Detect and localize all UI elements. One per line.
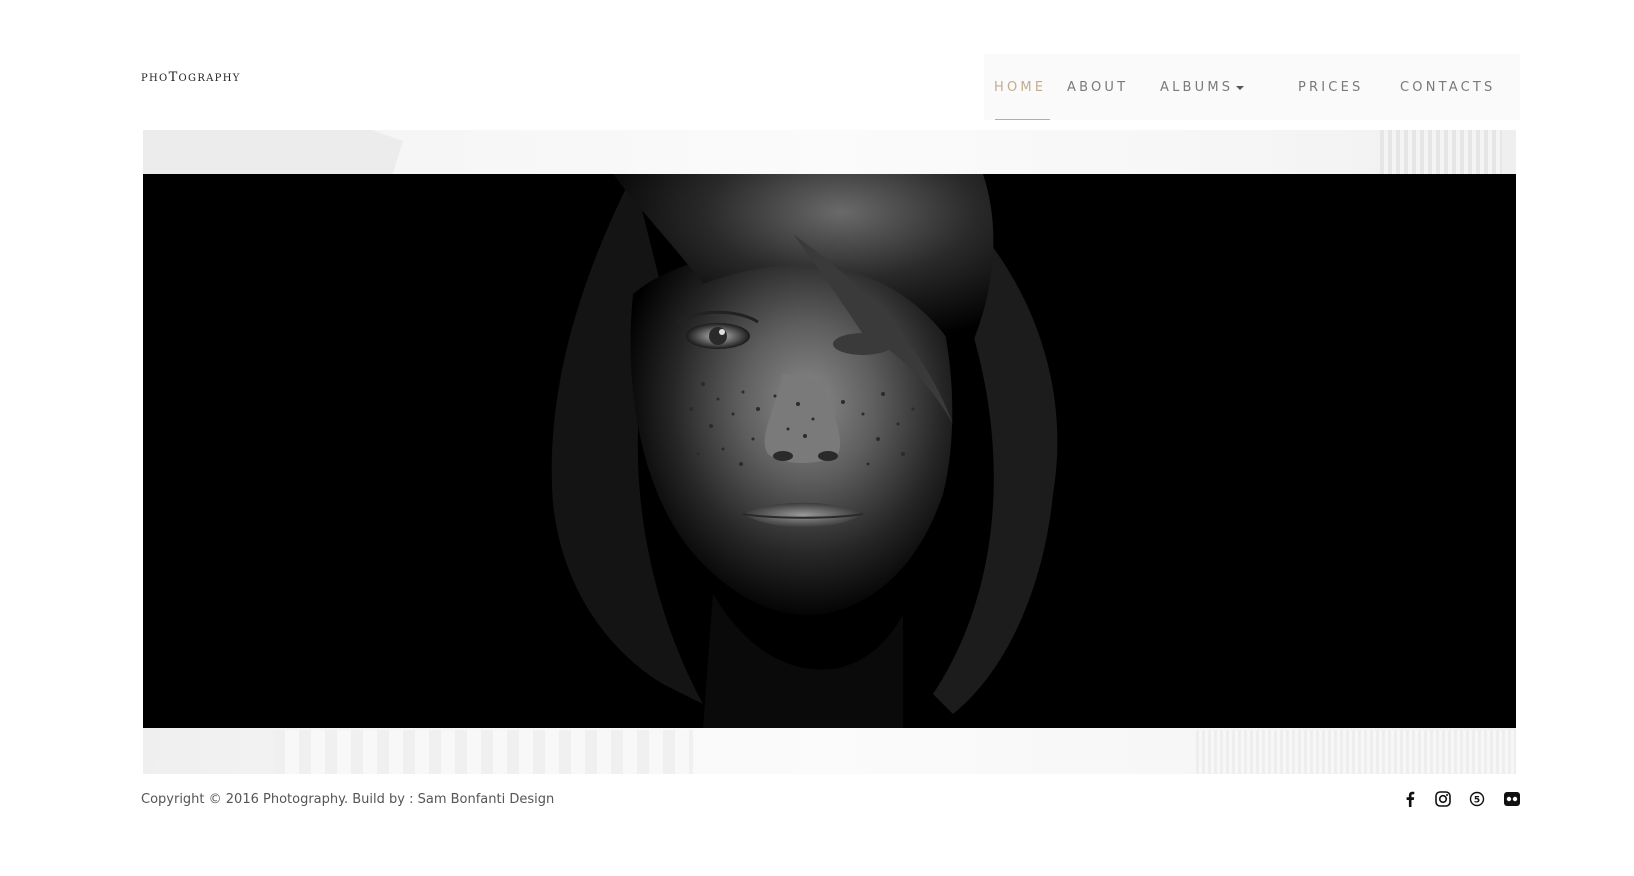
nav-prices[interactable]: PRICES — [1298, 80, 1363, 95]
footer-copyright: Copyright © 2016 Photography. Build by :… — [141, 792, 555, 807]
instagram-icon[interactable] — [1434, 790, 1452, 808]
logo-part: OGRAPHY — [178, 73, 241, 84]
flickr-icon[interactable] — [1503, 790, 1521, 808]
logo-letter-large: T — [168, 70, 179, 85]
nav-contacts[interactable]: CONTACTS — [1400, 80, 1496, 95]
nav-about[interactable]: ABOUT — [1067, 80, 1128, 95]
logo-part: HO — [149, 73, 169, 84]
portrait-photo — [551, 174, 1058, 728]
frame-decoration — [1196, 730, 1516, 774]
nav-home[interactable]: HOME — [994, 80, 1046, 95]
frame-decoration — [1380, 130, 1502, 174]
site-logo[interactable]: PHOTOGRAPHY — [141, 70, 241, 85]
hero-portrait-image — [143, 174, 1516, 728]
facebook-icon[interactable] — [1401, 790, 1419, 808]
frame-decoration — [143, 130, 403, 174]
frame-decoration — [273, 730, 693, 774]
500px-icon[interactable]: 5 — [1468, 790, 1486, 808]
main-nav: HOME ABOUT ALBUMS PRICES CONTACTS — [984, 54, 1520, 120]
svg-text:5: 5 — [1474, 796, 1480, 806]
logo-letter: P — [141, 73, 150, 84]
chevron-down-icon — [1236, 85, 1245, 90]
nav-albums-label: ALBUMS — [1160, 80, 1234, 95]
nav-active-indicator — [995, 119, 1050, 120]
nav-albums[interactable]: ALBUMS — [1160, 80, 1245, 95]
